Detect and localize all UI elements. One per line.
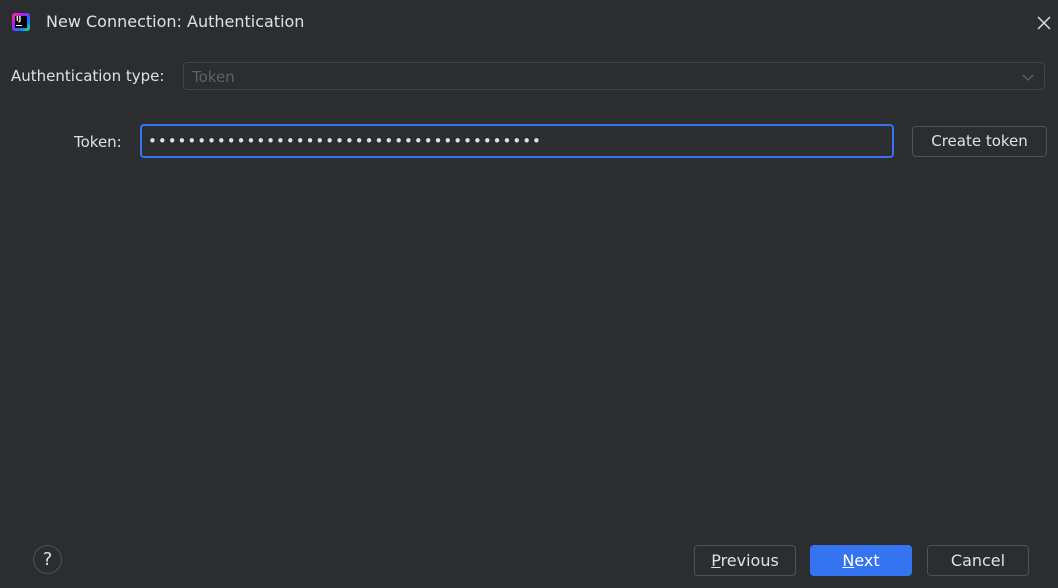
- next-label-rest: ext: [854, 551, 880, 570]
- previous-button[interactable]: Previous: [694, 545, 796, 576]
- help-button[interactable]: ?: [33, 545, 62, 574]
- authentication-type-value: Token: [192, 68, 235, 86]
- next-mnemonic: N: [842, 551, 855, 570]
- intellij-idea-icon: IJ: [12, 13, 30, 31]
- authentication-type-label: Authentication type:: [11, 67, 165, 85]
- previous-label-rest: revious: [720, 551, 779, 570]
- chevron-down-icon: [1022, 74, 1034, 81]
- previous-mnemonic: P: [711, 551, 721, 570]
- token-label: Token:: [74, 133, 122, 151]
- window-title: New Connection: Authentication: [46, 12, 305, 31]
- token-input[interactable]: [140, 124, 894, 158]
- new-connection-dialog: IJ New Connection: Authentication Authen…: [0, 0, 1058, 588]
- title-bar: IJ New Connection: Authentication: [0, 0, 1058, 44]
- close-button[interactable]: [1034, 14, 1054, 32]
- next-button[interactable]: Next: [810, 545, 912, 576]
- authentication-type-select[interactable]: Token: [183, 62, 1045, 90]
- cancel-button[interactable]: Cancel: [927, 545, 1029, 576]
- close-icon: [1037, 16, 1051, 30]
- create-token-button[interactable]: Create token: [912, 126, 1047, 157]
